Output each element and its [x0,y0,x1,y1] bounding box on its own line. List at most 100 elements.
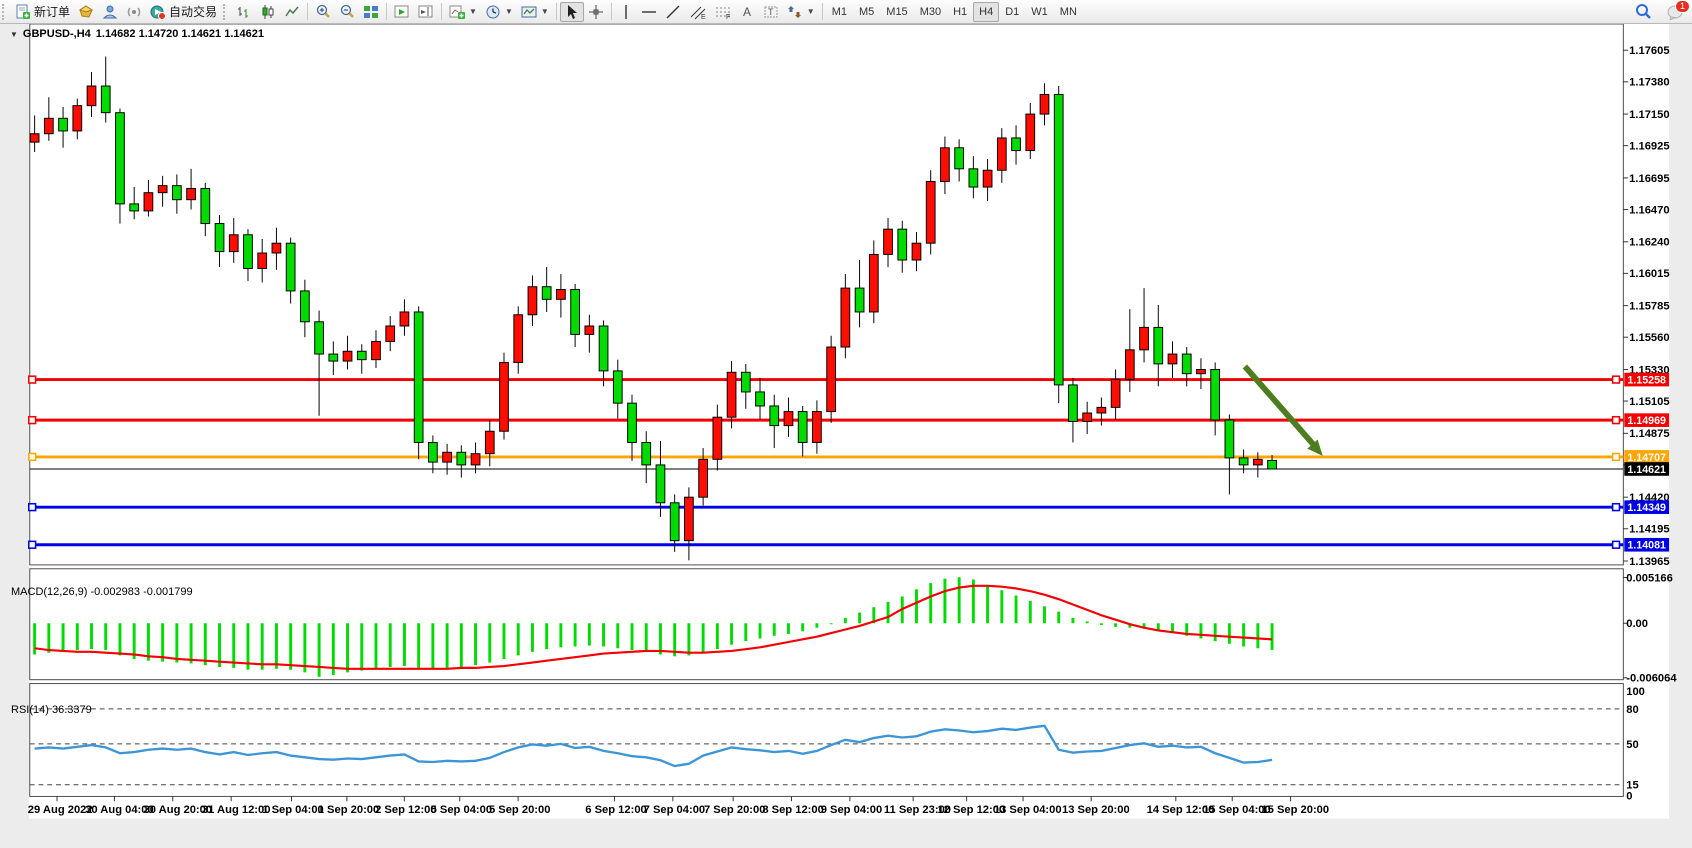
price-axis-tick-label: 1.17605 [1629,45,1669,57]
tile-windows-button[interactable] [359,2,383,22]
autotrading-button[interactable]: 自动交易 [146,2,221,22]
bearish-candle [670,503,679,541]
fibonacci-button[interactable]: F [711,2,737,22]
timeframe-m1-button[interactable]: M1 [826,2,853,22]
templates-button[interactable]: ▼ [517,2,553,22]
equidistant-channel-button[interactable]: E [685,2,711,22]
svg-text:T: T [768,7,774,17]
line-anchor-handle[interactable] [1613,376,1620,383]
bearish-candle [300,291,309,322]
timeframe-d1-button[interactable]: D1 [999,2,1025,22]
toolbar: 新订单 自动交易 [0,0,1692,24]
timeframe-w1-button[interactable]: W1 [1025,2,1054,22]
auto-scroll-button[interactable] [390,2,414,22]
bullish-candle [372,341,381,359]
macd-axis-label: 0.005166 [1626,572,1673,584]
market-button[interactable] [74,2,98,22]
timeframe-m15-button[interactable]: M15 [880,2,913,22]
macd-histogram-bar [1242,623,1245,646]
line-anchor-handle[interactable] [29,541,36,548]
new-order-button[interactable]: 新订单 [11,2,74,22]
dropdown-caret-icon: ▼ [469,7,477,16]
svg-text:F: F [726,14,730,20]
periods-button[interactable]: ▼ [481,2,517,22]
vertical-line-button[interactable] [615,2,637,22]
zoom-in-button[interactable] [311,2,335,22]
line-anchor-handle[interactable] [29,504,36,511]
price-axis-tick-label: 1.14195 [1629,524,1669,536]
level-price-label-text: 1.15258 [1627,374,1666,386]
profiles-button[interactable] [98,2,122,22]
toolbar-grip [2,4,9,20]
line-anchor-handle[interactable] [29,376,36,383]
line-anchor-handle[interactable] [1613,541,1620,548]
macd-histogram-bar [389,623,392,667]
signals-button[interactable] [122,2,146,22]
text-button[interactable]: A [737,2,759,22]
new-order-icon [15,4,31,20]
zoom-out-button[interactable] [335,2,359,22]
line-anchor-handle[interactable] [1613,454,1620,461]
timeframe-m5-button[interactable]: M5 [853,2,880,22]
timeframe-h4-button[interactable]: H4 [973,2,999,22]
bearish-candle [329,354,338,361]
chart-canvas[interactable]: 1.176051.173801.171501.169251.166951.164… [0,23,1692,848]
bullish-candle [699,459,708,497]
macd-histogram-bar [161,623,164,661]
bearish-candle [457,452,466,465]
line-anchor-handle[interactable] [29,454,36,461]
horizontal-line-button[interactable] [637,2,661,22]
symbol-collapse-icon[interactable]: ▼ [10,30,18,39]
bullish-candle [1253,459,1262,465]
line-anchor-handle[interactable] [29,417,36,424]
chart-window: 1.176051.173801.171501.169251.166951.164… [0,23,1692,848]
candlestick-chart-button[interactable] [256,2,280,22]
crosshair-button[interactable] [584,2,608,22]
macd-histogram-bar [1271,623,1274,650]
bearish-candle [1182,354,1191,374]
line-anchor-handle[interactable] [1613,504,1620,511]
search-icon[interactable] [1635,3,1652,20]
bullish-candle [997,138,1006,170]
timeframe-mn-button[interactable]: MN [1054,2,1083,22]
macd-histogram-bar [375,623,378,669]
macd-histogram-bar [773,623,776,635]
level-price-label-text: 1.14707 [1627,452,1666,464]
macd-histogram-bar [90,623,93,649]
macd-histogram-bar [204,623,207,665]
trendline-button[interactable] [661,2,685,22]
price-axis-tick-label: 1.13965 [1629,556,1669,568]
bearish-candle [101,86,110,113]
macd-histogram-bar [801,623,804,631]
line-chart-icon [284,4,300,20]
chat-icon[interactable]: 1 [1666,4,1684,20]
arrows-button[interactable]: ▼ [783,2,819,22]
bearish-candle [1239,458,1248,465]
dropdown-caret-icon: ▼ [807,7,815,16]
toolbar-grip [223,4,230,20]
cursor-button[interactable] [560,2,584,22]
timeframe-h1-button[interactable]: H1 [947,2,973,22]
bullish-candle [884,229,893,254]
macd-histogram-bar [119,623,122,655]
bullish-candle [1168,354,1177,364]
bearish-candle [1211,369,1220,420]
bullish-candle [30,134,39,142]
timeframe-m30-button[interactable]: M30 [914,2,947,22]
bar-chart-button[interactable] [232,2,256,22]
candles-icon [260,4,276,20]
bearish-candle [898,229,907,260]
line-chart-button[interactable] [280,2,304,22]
macd-histogram-bar [446,623,449,668]
macd-histogram-bar [1029,601,1032,623]
macd-histogram-bar [545,623,548,649]
indicators-button[interactable]: ▼ [445,2,481,22]
zoom-out-icon [339,4,355,20]
line-anchor-handle[interactable] [1613,417,1620,424]
bearish-candle [656,465,665,503]
chart-shift-button[interactable] [414,2,438,22]
bullish-candle [941,148,950,182]
macd-histogram-bar [431,623,434,669]
level-price-label-text: 1.14349 [1627,502,1666,514]
text-label-button[interactable]: T [759,2,783,22]
